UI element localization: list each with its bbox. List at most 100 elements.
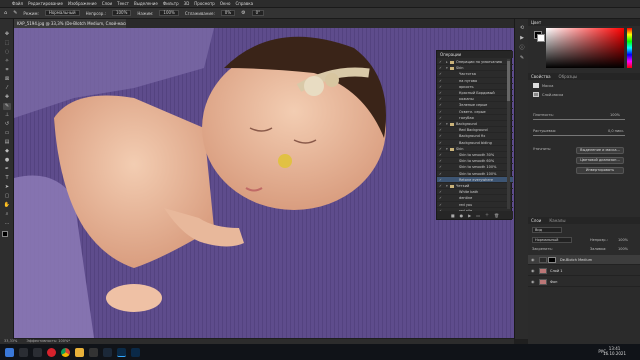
history-brush-tool-icon[interactable]: ↺ — [3, 121, 11, 128]
dodge-tool-icon[interactable]: ● — [3, 157, 11, 164]
menu-file[interactable]: Файл — [12, 1, 23, 6]
layer-row[interactable]: ◉ Слой 1 — [528, 266, 640, 276]
menu-select[interactable]: Выделение — [134, 1, 158, 6]
eraser-tool-icon[interactable]: ▭ — [3, 130, 11, 137]
layer-row[interactable]: ◉ De-Blotch Medium — [528, 255, 640, 265]
actions-panel-icon[interactable]: ▶ — [518, 35, 526, 42]
collapse-triangle-icon[interactable]: ▾ — [446, 146, 448, 151]
toggle-item-check-icon[interactable]: ✓ — [439, 146, 442, 151]
info-panel-icon[interactable]: ⓘ — [518, 45, 526, 52]
more-tools-icon[interactable]: … — [3, 220, 11, 227]
toggle-item-check-icon[interactable]: ✓ — [439, 84, 442, 89]
layer-row[interactable]: ◉ Фон — [528, 277, 640, 287]
toggle-item-check-icon[interactable]: ✓ — [439, 102, 442, 107]
toggle-item-check-icon[interactable]: ✓ — [439, 177, 442, 182]
menu-3d[interactable]: 3D — [184, 1, 190, 6]
smoothing-field[interactable]: 0% — [220, 10, 236, 16]
pen-tool-icon[interactable]: ✒ — [3, 166, 11, 173]
tab-layers[interactable]: Слои — [531, 218, 541, 223]
new-set-folder-icon[interactable]: ▭ — [476, 213, 480, 218]
menu-window[interactable]: Окно — [220, 1, 231, 6]
photoshop-taskbar-icon[interactable] — [117, 347, 126, 357]
layer-name[interactable]: Слой 1 — [550, 266, 562, 276]
layer-opacity-value[interactable]: 100% — [618, 238, 628, 242]
blur-tool-icon[interactable]: ◆ — [3, 148, 11, 155]
brush-tool-icon[interactable]: ✎ — [3, 103, 11, 110]
toggle-item-check-icon[interactable]: ✓ — [439, 109, 442, 114]
select-and-mask-button[interactable]: Выделение и маска... — [576, 147, 624, 154]
delete-icon[interactable]: 🗑 — [494, 213, 499, 218]
feather-slider[interactable] — [533, 135, 625, 136]
document-tab[interactable]: KAP_5194.jpg @ 33,3% (De-Blotch Medium, … — [14, 19, 126, 28]
zoom-tool-icon[interactable]: ⌕ — [3, 211, 11, 218]
clone-stamp-tool-icon[interactable]: ⊥ — [3, 112, 11, 119]
opera-icon[interactable] — [47, 347, 56, 357]
toggle-item-check-icon[interactable]: ✓ — [439, 202, 442, 207]
layer-name[interactable]: De-Blotch Medium — [560, 255, 592, 265]
menu-view[interactable]: Просмотр — [194, 1, 215, 6]
path-select-tool-icon[interactable]: ➤ — [3, 184, 11, 191]
clock[interactable]: 13:41 16.10.2021 — [603, 346, 626, 356]
tab-swatches[interactable]: Образцы — [559, 74, 578, 79]
toggle-item-check-icon[interactable]: ✓ — [439, 140, 442, 145]
feather-value[interactable]: 0,0 пикс. — [608, 129, 624, 133]
toggle-item-check-icon[interactable]: ✓ — [439, 115, 442, 120]
eyedropper-tool-icon[interactable]: ⁄ — [3, 85, 11, 92]
toggle-item-check-icon[interactable]: ✓ — [439, 90, 442, 95]
quick-select-tool-icon[interactable]: ✧ — [3, 58, 11, 65]
history-panel-icon[interactable]: ⟲ — [518, 25, 526, 32]
record-icon[interactable]: ● — [460, 213, 464, 218]
fill-value[interactable]: 100% — [618, 247, 628, 251]
gradient-tool-icon[interactable]: ▤ — [3, 139, 11, 146]
chrome-icon[interactable] — [61, 347, 70, 357]
layer-name[interactable]: Фон — [550, 277, 557, 287]
shape-tool-icon[interactable]: ▢ — [3, 193, 11, 200]
marquee-tool-icon[interactable]: ⬚ — [3, 40, 11, 47]
menu-edit[interactable]: Редактирование — [28, 1, 63, 6]
foreground-color-swatch[interactable] — [2, 231, 8, 237]
mode-select[interactable]: Нормальный — [44, 10, 80, 16]
frame-tool-icon[interactable]: ⊠ — [3, 76, 11, 83]
toggle-item-check-icon[interactable]: ✓ — [439, 121, 442, 126]
type-tool-icon[interactable]: T — [3, 175, 11, 182]
play-icon[interactable]: ▶ — [468, 213, 471, 218]
visibility-eye-icon[interactable]: ◉ — [531, 268, 535, 274]
start-icon[interactable] — [5, 347, 14, 357]
visibility-eye-icon[interactable]: ◉ — [531, 279, 535, 285]
menu-filter[interactable]: Фильтр — [163, 1, 179, 6]
task-view-icon[interactable] — [33, 347, 42, 357]
steam-icon[interactable] — [103, 347, 112, 357]
toggle-item-check-icon[interactable]: ✓ — [439, 171, 442, 176]
menu-image[interactable]: Изображение — [68, 1, 97, 6]
lasso-tool-icon[interactable]: ◌ — [3, 49, 11, 56]
toggle-item-check-icon[interactable]: ✓ — [439, 183, 442, 188]
actions-scrollbar[interactable] — [507, 59, 510, 209]
new-action-icon[interactable]: ＋ — [485, 212, 489, 218]
brush-settings-icon[interactable]: ✎ — [518, 55, 526, 62]
visibility-eye-icon[interactable]: ◉ — [531, 257, 535, 263]
crop-tool-icon[interactable]: ⌗ — [3, 67, 11, 74]
tab-channels[interactable]: Каналы — [549, 218, 565, 223]
layer-mask-thumbnail[interactable] — [548, 257, 556, 263]
actions-scroll-thumb[interactable] — [507, 61, 510, 101]
stop-icon[interactable]: ■ — [451, 213, 455, 218]
toggle-item-check-icon[interactable]: ✓ — [439, 96, 442, 101]
color-bg-swatch[interactable] — [537, 34, 545, 42]
toggle-item-check-icon[interactable]: ✓ — [439, 152, 442, 157]
home-icon[interactable]: ⌂ — [4, 10, 7, 16]
collapse-triangle-icon[interactable]: ▾ — [446, 121, 448, 126]
toggle-item-check-icon[interactable]: ✓ — [439, 133, 442, 138]
menu-layers[interactable]: Слои — [102, 1, 112, 6]
media-app-icon[interactable] — [89, 347, 98, 357]
flow-field[interactable]: 100% — [159, 10, 179, 16]
menu-type[interactable]: Текст — [117, 1, 129, 6]
toggle-item-check-icon[interactable]: ✓ — [439, 195, 442, 200]
file-explorer-icon[interactable] — [75, 347, 84, 357]
opacity-field[interactable]: 100% — [111, 10, 132, 16]
layer-mask-icon[interactable] — [533, 92, 539, 97]
brush-tool-icon[interactable]: ✎ — [13, 10, 17, 16]
collapse-triangle-icon[interactable]: ▾ — [446, 65, 448, 70]
blend-mode-select[interactable]: Нормальный — [532, 237, 572, 243]
move-tool-icon[interactable]: ✥ — [3, 31, 11, 38]
toggle-item-check-icon[interactable]: ✓ — [439, 189, 442, 194]
